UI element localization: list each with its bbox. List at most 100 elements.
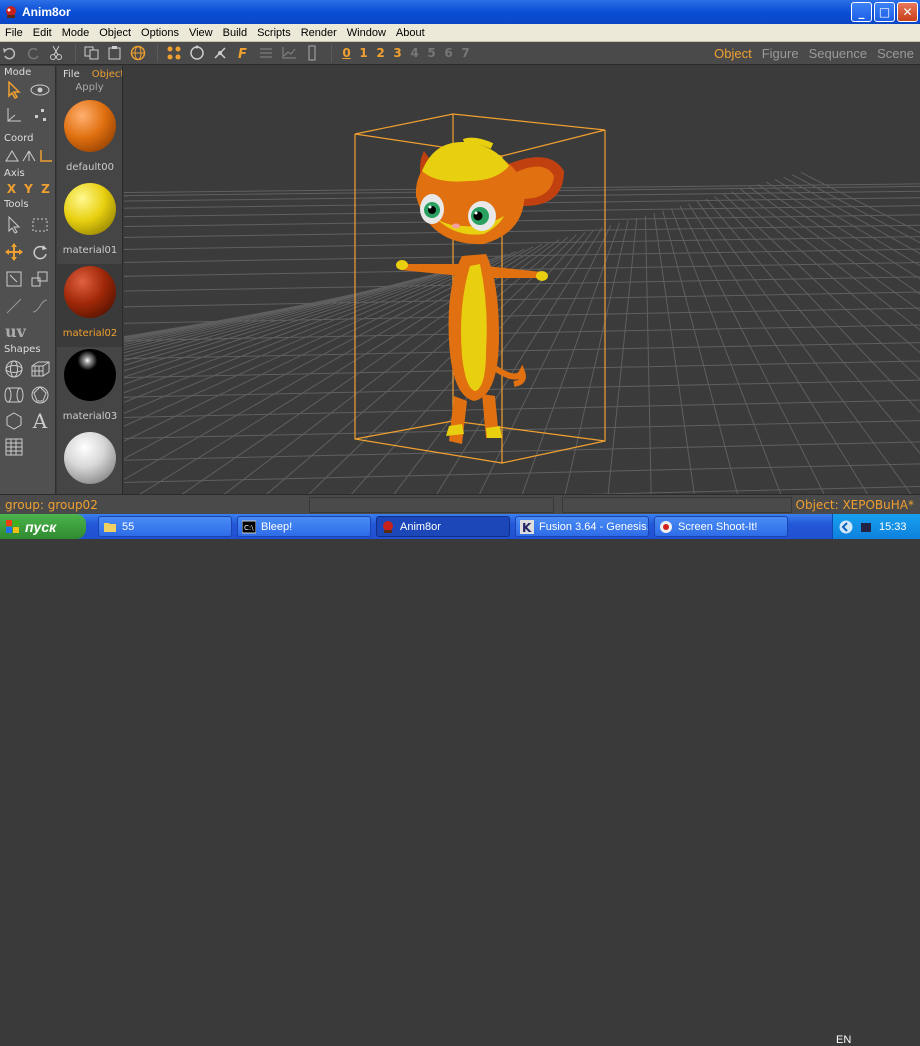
axis-z-toggle[interactable]: Z [37, 182, 54, 196]
task-fusion[interactable]: K Fusion 3.64 - Genesis... [515, 516, 649, 537]
grid-line [715, 196, 920, 494]
tab-figure[interactable]: Figure [762, 46, 799, 61]
cut-icon[interactable] [46, 43, 66, 63]
grid-line [556, 220, 628, 494]
menu-bar: File Edit Mode Object Options View Build… [0, 24, 920, 42]
start-button[interactable]: пуск [0, 514, 86, 539]
grid-line [124, 266, 464, 494]
menu-object[interactable]: Object [94, 27, 136, 39]
task-label: Bleep! [261, 521, 292, 533]
frame-1[interactable]: 1 [355, 46, 372, 60]
non-uniform-scale-icon[interactable] [29, 268, 51, 290]
task-bleep[interactable]: C:\ Bleep! [237, 516, 371, 537]
curve-tool-icon[interactable] [29, 295, 51, 317]
title-bar: Anim8or _ □ ✕ [0, 0, 920, 24]
points-icon[interactable] [164, 43, 184, 63]
line-tool-icon[interactable] [3, 295, 25, 317]
frame-4[interactable]: 4 [406, 46, 423, 60]
task-anim8or[interactable]: Anim8or [376, 516, 510, 537]
system-tray: 15:33 [832, 514, 920, 539]
material-swatch-selected[interactable]: material02 [57, 264, 123, 347]
frame-7[interactable]: 7 [457, 46, 474, 60]
grid-line [124, 459, 920, 494]
menu-scripts[interactable]: Scripts [252, 27, 296, 39]
joint-icon[interactable] [210, 43, 230, 63]
menu-file[interactable]: File [0, 27, 28, 39]
tray-app-icon[interactable] [859, 520, 873, 534]
maximize-button[interactable]: □ [874, 2, 895, 22]
move-icon[interactable] [3, 241, 25, 263]
axis-y-toggle[interactable]: Y [20, 182, 37, 196]
rotate-icon[interactable] [29, 241, 51, 263]
menu-options[interactable]: Options [136, 27, 184, 39]
coord-object-icon[interactable] [37, 145, 54, 167]
cube-shape-icon[interactable] [29, 358, 51, 380]
close-button[interactable]: ✕ [897, 2, 918, 22]
3d-viewport[interactable] [124, 66, 920, 494]
menu-build[interactable]: Build [218, 27, 252, 39]
graph-icon[interactable] [279, 43, 299, 63]
status-field [562, 497, 792, 513]
material-name: material01 [63, 245, 117, 256]
redo-icon[interactable] [23, 43, 43, 63]
materials-tab-file[interactable]: File [57, 69, 86, 80]
menu-edit[interactable]: Edit [28, 27, 57, 39]
tray-arrow-icon[interactable] [839, 520, 853, 534]
material-swatch[interactable]: material01 [57, 181, 123, 264]
f-key-icon[interactable]: F [233, 43, 253, 63]
windows-logo-icon [6, 520, 20, 534]
apply-button[interactable]: Apply [57, 82, 122, 96]
menu-render[interactable]: Render [296, 27, 342, 39]
frame-0[interactable]: 0 [338, 46, 355, 60]
paste-icon[interactable] [105, 43, 125, 63]
vertex-points-icon[interactable] [29, 104, 51, 126]
geosphere-shape-icon[interactable] [29, 384, 51, 406]
material-swatch[interactable] [57, 430, 123, 494]
frame-6[interactable]: 6 [440, 46, 457, 60]
tab-scene[interactable]: Scene [877, 46, 914, 61]
list-icon[interactable] [256, 43, 276, 63]
material-swatch[interactable]: default00 [57, 98, 123, 181]
axis-x-toggle[interactable]: X [3, 182, 20, 196]
material-name: default00 [66, 162, 114, 173]
frame-2[interactable]: 2 [372, 46, 389, 60]
task-screen-shoot[interactable]: Screen Shoot-It! [654, 516, 788, 537]
bar-icon[interactable] [302, 43, 322, 63]
menu-view[interactable]: View [184, 27, 218, 39]
globe-icon[interactable] [128, 43, 148, 63]
frame-5[interactable]: 5 [423, 46, 440, 60]
language-indicator[interactable]: EN [836, 1034, 851, 1046]
undo-icon[interactable] [0, 43, 20, 63]
material-swatch[interactable]: material03 [57, 347, 123, 430]
coord-world-icon[interactable] [3, 145, 20, 167]
material-ball [64, 266, 116, 318]
coord-screen-icon[interactable] [20, 145, 37, 167]
grid-shape-icon[interactable] [3, 436, 25, 458]
tab-object[interactable]: Object [714, 46, 752, 61]
minimize-button[interactable]: _ [851, 2, 872, 22]
copy-icon[interactable] [82, 43, 102, 63]
eye-icon[interactable] [29, 79, 51, 101]
menu-about[interactable]: About [391, 27, 430, 39]
axes-icon[interactable] [3, 104, 25, 126]
text-shape-icon[interactable]: A [29, 410, 51, 432]
tab-sequence[interactable]: Sequence [809, 46, 868, 61]
select-arrow-icon[interactable] [3, 214, 25, 236]
menu-window[interactable]: Window [342, 27, 391, 39]
menu-mode[interactable]: Mode [57, 27, 95, 39]
cylinder-shape-icon[interactable] [3, 384, 25, 406]
frame-3[interactable]: 3 [389, 46, 406, 60]
marquee-select-icon[interactable] [29, 214, 51, 236]
svg-text:K: K [522, 521, 532, 534]
scale-icon[interactable] [3, 268, 25, 290]
editor-mode-tabs: Object Figure Sequence Scene [714, 42, 914, 65]
svg-text:F: F [238, 47, 247, 61]
uv-tool[interactable]: uv [3, 322, 26, 341]
polygon-shape-icon[interactable] [3, 410, 25, 432]
sphere-shape-icon[interactable] [3, 358, 25, 380]
grid-line [645, 216, 652, 494]
arrow-select-icon[interactable] [3, 79, 25, 101]
task-folder-55[interactable]: 55 [98, 516, 232, 537]
orbit-icon[interactable] [187, 43, 207, 63]
materials-tab-object[interactable]: Object [86, 69, 123, 80]
